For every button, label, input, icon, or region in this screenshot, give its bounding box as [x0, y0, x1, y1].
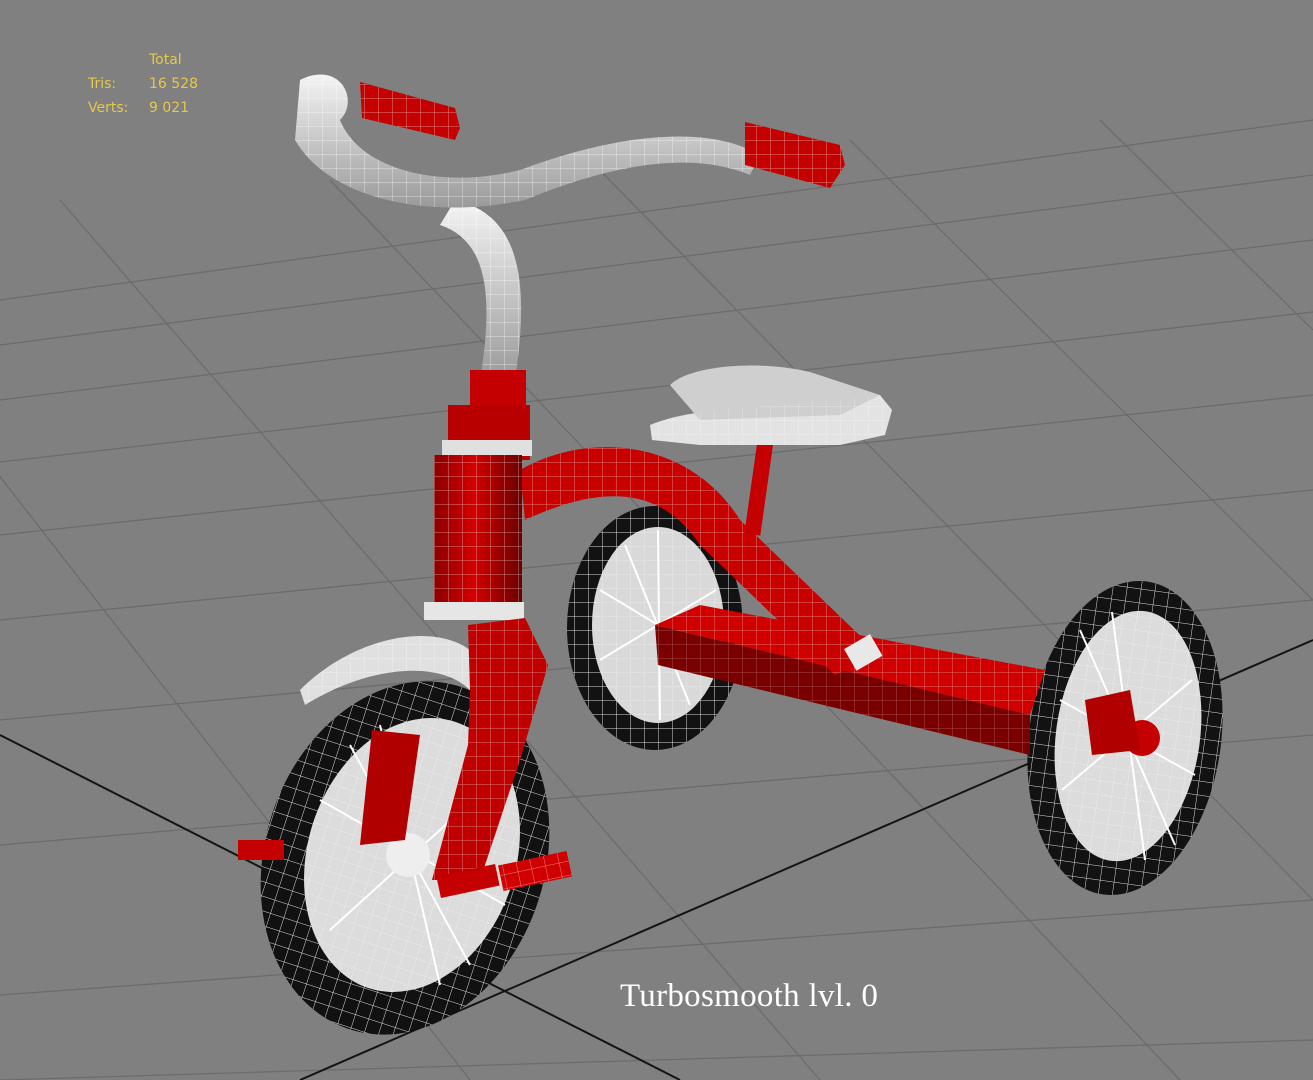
tricycle-wireframe-scene: [0, 74, 1313, 1080]
polycount-overlay: Total Tris: 16 528 Verts: 9 021: [88, 48, 198, 120]
handlebar: [295, 74, 845, 208]
head-tube: [424, 370, 532, 620]
stats-row-verts: Verts: 9 021: [88, 96, 198, 120]
left-grip: [360, 82, 460, 140]
stats-header: Total: [149, 52, 182, 68]
3d-viewport[interactable]: Total Tris: 16 528 Verts: 9 021 Turbosmo…: [0, 0, 1313, 1080]
stats-value: 9 021: [149, 100, 190, 116]
stats-row-tris: Tris: 16 528: [88, 72, 198, 96]
stats-value: 16 528: [149, 76, 198, 92]
stats-label: Tris:: [88, 76, 117, 92]
right-grip: [745, 122, 845, 188]
render-caption: Turbosmooth lvl. 0: [620, 978, 879, 1014]
handlebar-stem: [440, 200, 522, 380]
stats-label: Verts:: [88, 100, 129, 116]
